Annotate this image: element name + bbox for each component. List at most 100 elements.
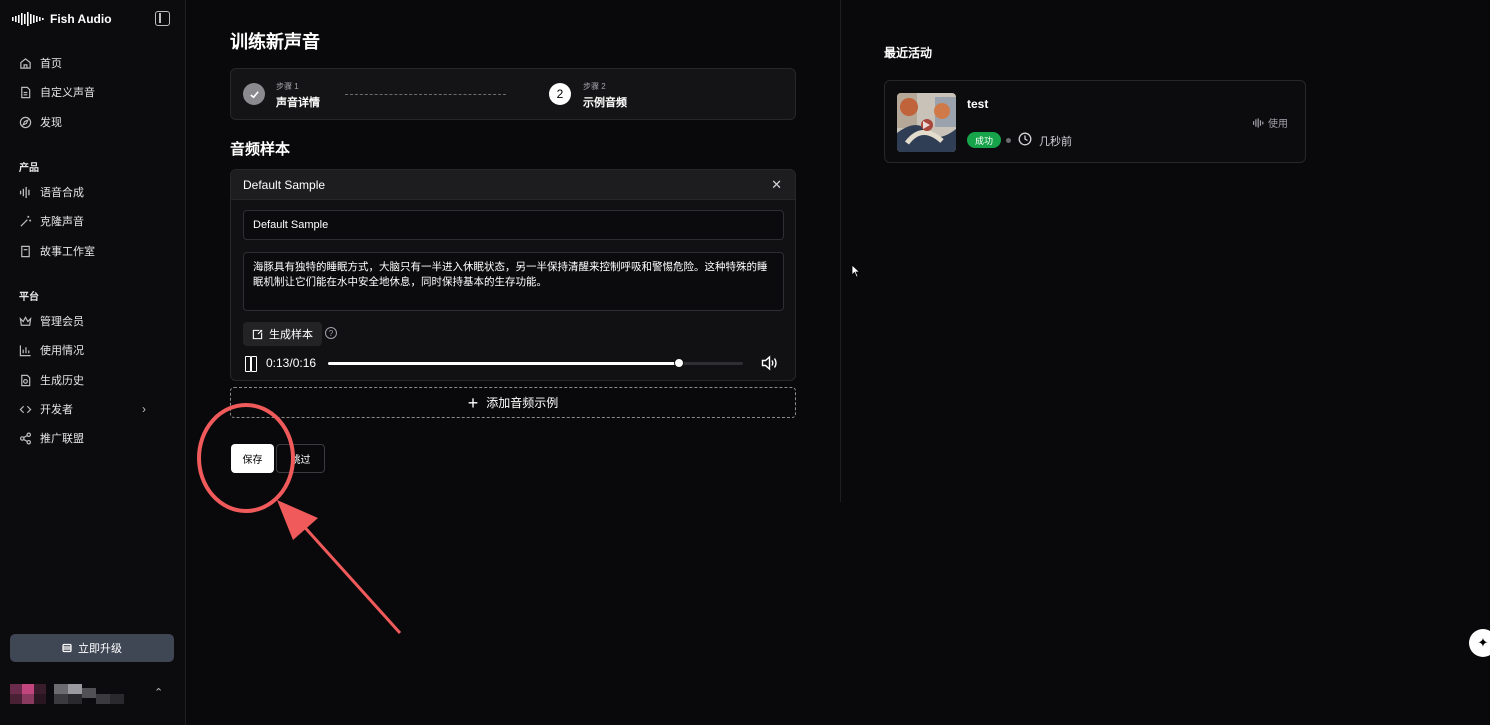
waveform-icon bbox=[18, 185, 32, 199]
section-platform-heading: 平台 bbox=[19, 292, 39, 303]
panel-divider bbox=[840, 0, 841, 502]
step-2-indicator: 2 bbox=[549, 83, 571, 105]
step-1-label: 声音详情 bbox=[276, 97, 320, 109]
sidebar-item-label: 故事工作室 bbox=[40, 246, 95, 258]
code-icon bbox=[18, 402, 32, 416]
upgrade-label: 立即升级 bbox=[78, 643, 122, 655]
step-complete-check-icon bbox=[243, 83, 265, 105]
clock-icon bbox=[1018, 132, 1032, 146]
sidebar: Fish Audio 首页 自定义声音 发现 产品 语音合成 克隆声音 故事工作… bbox=[0, 0, 186, 725]
brand-logo[interactable]: Fish Audio bbox=[12, 10, 112, 28]
recent-activity-heading: 最近活动 bbox=[884, 46, 933, 60]
skip-label: 跳过 bbox=[290, 455, 311, 466]
sample-header[interactable]: Default Sample bbox=[231, 170, 795, 200]
generate-sample-label: 生成样本 bbox=[269, 329, 313, 341]
bar-chart-icon bbox=[18, 343, 32, 357]
skip-button[interactable]: 跳过 bbox=[276, 444, 325, 473]
playback-time: 0:13/0:16 bbox=[266, 356, 317, 370]
avatar bbox=[10, 684, 46, 704]
collapse-sidebar-icon[interactable] bbox=[155, 11, 170, 26]
home-icon bbox=[18, 56, 32, 70]
sidebar-item-label: 开发者 bbox=[40, 404, 73, 416]
step-1[interactable]: 步骤 1 声音详情 bbox=[276, 81, 320, 110]
fish-audio-logo-icon bbox=[12, 12, 44, 26]
use-label: 使用 bbox=[1268, 119, 1288, 130]
sidebar-item-label: 自定义声音 bbox=[40, 87, 95, 99]
upgrade-button[interactable]: 立即升级 bbox=[10, 634, 174, 662]
file-icon bbox=[18, 85, 32, 99]
card-icon bbox=[62, 643, 72, 653]
crown-icon bbox=[18, 314, 32, 328]
sidebar-item-label: 首页 bbox=[40, 58, 62, 70]
save-label: 保存 bbox=[242, 455, 263, 466]
activity-time: 几秒前 bbox=[1039, 136, 1072, 148]
chevron-up-icon[interactable]: ⌃ bbox=[154, 686, 163, 699]
step-1-number: 步骤 1 bbox=[276, 82, 299, 91]
export-icon bbox=[252, 329, 263, 339]
share-icon bbox=[18, 431, 32, 445]
sidebar-item-label: 推广联盟 bbox=[40, 433, 84, 445]
stepper: 步骤 1 声音详情 2 步骤 2 示例音频 bbox=[230, 68, 796, 120]
activity-name: test bbox=[967, 97, 989, 111]
sidebar-item-label: 语音合成 bbox=[40, 187, 84, 199]
status-badge: 成功 bbox=[967, 132, 1002, 148]
step-connector bbox=[345, 94, 506, 95]
audio-sample-card: Default Sample ✕ Default Sample 海豚具有独特的睡… bbox=[230, 169, 796, 381]
sidebar-item-history[interactable]: 生成历史 bbox=[18, 370, 168, 390]
magic-wand-icon bbox=[18, 214, 32, 228]
annotation-arrow-head bbox=[277, 500, 318, 540]
annotation-arrow-line bbox=[298, 520, 402, 635]
sidebar-item-label: 管理会员 bbox=[40, 316, 84, 328]
volume-icon[interactable] bbox=[761, 355, 779, 371]
sidebar-item-label: 使用情况 bbox=[40, 345, 84, 357]
sidebar-item-home[interactable]: 首页 bbox=[18, 53, 168, 73]
mouse-cursor-icon bbox=[851, 264, 861, 278]
book-icon bbox=[18, 244, 32, 258]
audio-player: 0:13/0:16 bbox=[245, 354, 779, 372]
waveform-icon bbox=[1253, 117, 1264, 128]
generate-sample-button[interactable]: 生成样本 bbox=[243, 322, 322, 346]
save-button[interactable]: 保存 bbox=[231, 444, 274, 473]
add-audio-sample-label: 添加音频示例 bbox=[486, 396, 559, 410]
sidebar-item-story-studio[interactable]: 故事工作室 bbox=[18, 241, 168, 261]
sidebar-item-clone-voice[interactable]: 克隆声音 bbox=[18, 211, 168, 231]
ai-assistant-sparkle-icon[interactable]: ✦ bbox=[1469, 629, 1490, 657]
sample-text-area[interactable]: 海豚具有独特的睡眠方式，大脑只有一半进入休眠状态，另一半保持清醒来控制呼吸和警惕… bbox=[243, 252, 784, 311]
step-2[interactable]: 步骤 2 示例音频 bbox=[583, 81, 627, 110]
playback-progress-fill bbox=[328, 362, 679, 365]
sidebar-item-label: 克隆声音 bbox=[40, 216, 84, 228]
pause-icon[interactable] bbox=[245, 356, 257, 372]
audio-samples-heading: 音频样本 bbox=[230, 141, 291, 158]
sidebar-item-developer[interactable]: 开发者 › bbox=[18, 399, 168, 419]
separator-dot bbox=[1006, 138, 1011, 143]
plus-icon: + bbox=[467, 392, 479, 413]
sidebar-item-affiliate[interactable]: 推广联盟 bbox=[18, 428, 168, 448]
sidebar-item-membership[interactable]: 管理会员 bbox=[18, 311, 168, 331]
username-redacted bbox=[54, 684, 124, 704]
sidebar-item-label: 生成历史 bbox=[40, 375, 84, 387]
voice-thumbnail bbox=[897, 93, 956, 152]
chevron-right-icon: › bbox=[142, 402, 146, 416]
sidebar-item-label: 发现 bbox=[40, 117, 62, 129]
brand-name: Fish Audio bbox=[50, 12, 112, 26]
compass-icon bbox=[18, 115, 32, 129]
close-icon[interactable]: ✕ bbox=[771, 177, 782, 193]
sidebar-item-tts[interactable]: 语音合成 bbox=[18, 182, 168, 202]
help-circle-icon[interactable]: ? bbox=[325, 327, 337, 339]
step-2-number: 步骤 2 bbox=[583, 82, 606, 91]
step-2-label: 示例音频 bbox=[583, 97, 627, 109]
section-product-heading: 产品 bbox=[19, 163, 39, 174]
add-audio-sample-button[interactable]: + 添加音频示例 bbox=[230, 387, 796, 418]
playback-slider-handle[interactable] bbox=[673, 358, 684, 368]
playback-slider[interactable] bbox=[328, 358, 743, 368]
history-icon bbox=[18, 373, 32, 387]
sidebar-item-discover[interactable]: 发现 bbox=[18, 112, 168, 132]
page-title: 训练新声音 bbox=[230, 32, 320, 52]
sidebar-item-custom-voice[interactable]: 自定义声音 bbox=[18, 82, 168, 102]
user-account-menu[interactable] bbox=[10, 680, 174, 708]
use-voice-button[interactable]: 使用 bbox=[1253, 115, 1288, 130]
sample-name-input[interactable]: Default Sample bbox=[243, 210, 784, 240]
sample-header-title: Default Sample bbox=[243, 177, 326, 192]
sidebar-item-usage[interactable]: 使用情况 bbox=[18, 340, 168, 360]
activity-item[interactable]: test 成功 几秒前 使用 bbox=[884, 80, 1306, 163]
